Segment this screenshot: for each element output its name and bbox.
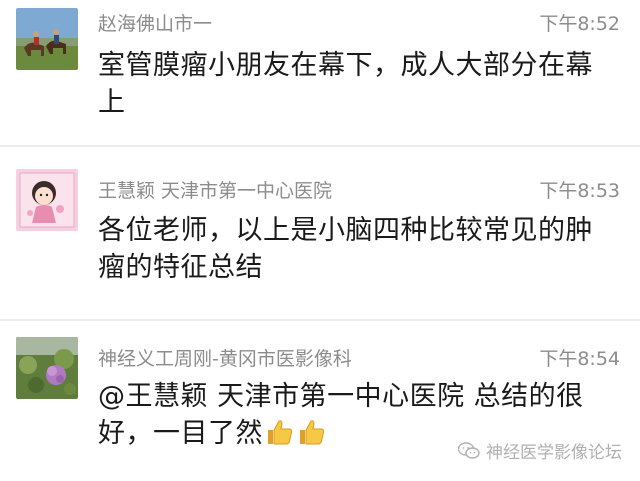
watermark-text: 神经医学影像论坛 [486,443,622,463]
chat-history: 赵海佛山市一 下午8:52 室管膜瘤小朋友在幕下，成人大部分在幕上 王慧颖 天津… [0,0,640,481]
sender-name: 赵海佛山市一 [98,13,213,35]
avatar[interactable] [16,169,78,231]
message-text: 室管膜瘤小朋友在幕下，成人大部分在幕上 [98,50,593,118]
message-text: 各位老师，以上是小脑四种比较常见的肿瘤的特征总结 [98,215,593,283]
avatar[interactable] [16,8,78,70]
message-time: 下午8:53 [539,180,620,202]
chat-message[interactable]: 王慧颖 天津市第一中心医院 下午8:53 各位老师，以上是小脑四种比较常见的肿瘤… [0,147,640,319]
thumbs-up-icon [265,417,295,447]
horse-riders-photo-icon [16,8,78,70]
flower-photo-icon [16,337,78,399]
cartoon-girl-avatar-icon [16,169,78,231]
sender-name: 王慧颖 天津市第一中心医院 [98,180,333,202]
thumbs-up-icon [297,417,327,447]
wechat-icon [458,441,480,459]
chat-message[interactable]: 赵海佛山市一 下午8:52 室管膜瘤小朋友在幕下，成人大部分在幕上 [0,0,640,145]
sender-name: 神经义工周刚-黄冈市医影像科 [98,348,352,370]
message-time: 下午8:52 [539,13,620,35]
watermark: 神经医学影像论坛 [458,438,622,463]
message-time: 下午8:54 [539,348,620,370]
avatar[interactable] [16,337,78,399]
